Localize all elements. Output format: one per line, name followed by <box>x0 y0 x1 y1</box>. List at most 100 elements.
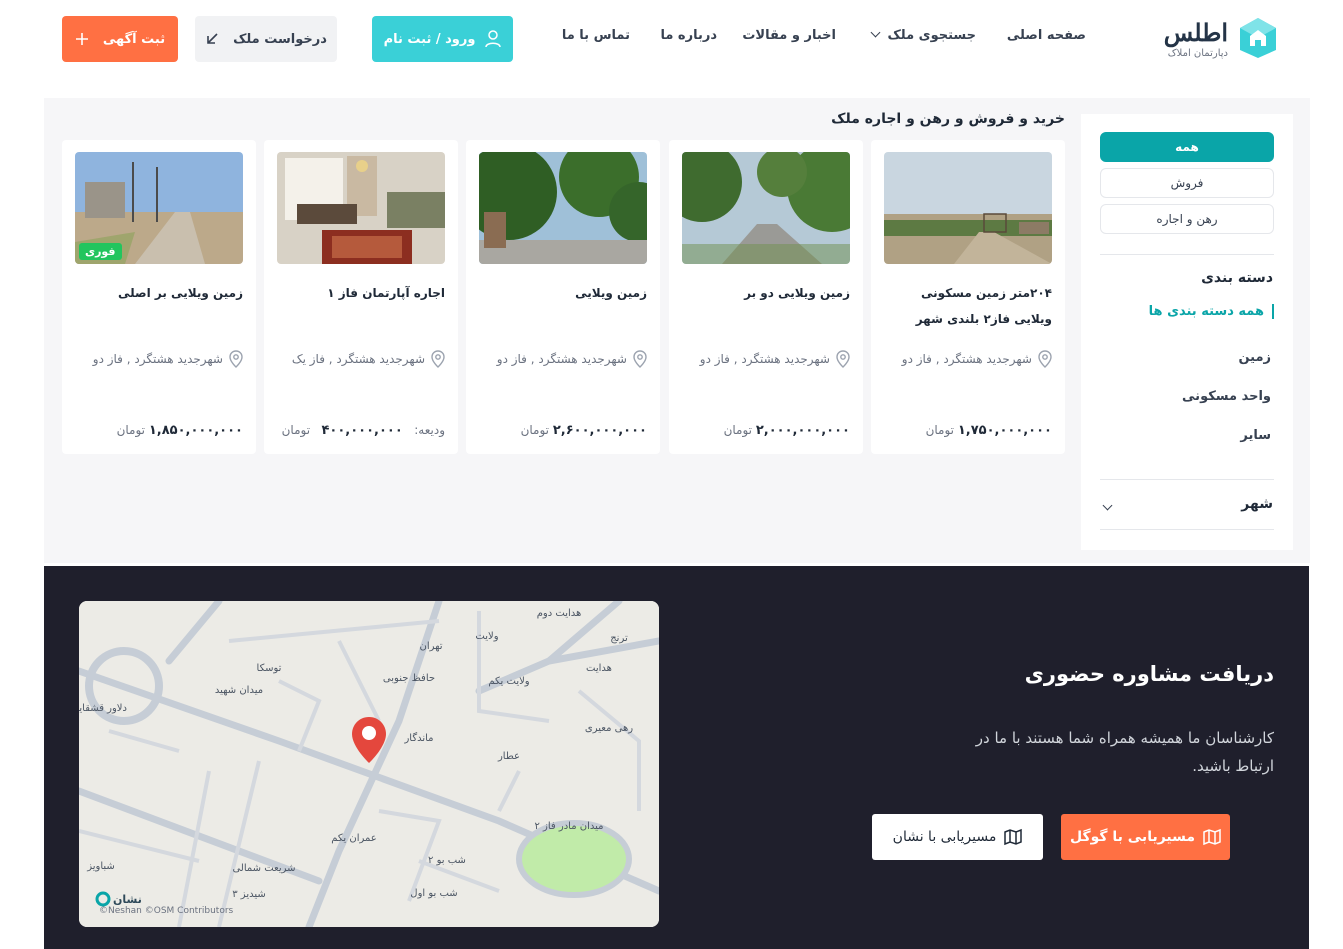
map-street-label: دلاور قشقایی <box>79 703 127 714</box>
listing-price: ۱,۸۵۰,۰۰۰,۰۰۰ تومان <box>75 423 243 438</box>
price-value: ۲,۶۰۰,۰۰۰,۰۰۰ <box>552 423 647 438</box>
price-prefix: ودیعه: <box>414 423 445 437</box>
filter-sale[interactable]: فروش <box>1100 168 1274 198</box>
listing-location: شهرجدید هشتگرد , فاز دو <box>682 350 850 368</box>
price-currency: تومان <box>925 423 954 437</box>
site-header: اطلس دپارتمان املاک صفحه اصلی جستجوی ملک… <box>0 0 1343 80</box>
listing-title[interactable]: زمین ویلایی دو بر <box>682 280 850 306</box>
listing-location-text: شهرجدید هشتگرد , فاز دو <box>92 352 223 366</box>
login-register-label: ورود / ثبت نام <box>383 31 476 47</box>
price-value: ۲,۰۰۰,۰۰۰,۰۰۰ <box>755 423 850 438</box>
map-street-label: هدایت دوم <box>537 608 582 619</box>
listing-location: شهرجدید هشتگرد , فاز یک <box>277 350 445 368</box>
brand-name: اطلس <box>1163 18 1228 47</box>
map-street-label: شب بو ۲ <box>428 855 466 866</box>
property-request-label: درخواست ملک <box>233 31 327 47</box>
map-street-label: رهی معیری <box>585 723 633 734</box>
chevron-down-icon[interactable] <box>1102 500 1113 511</box>
category-all[interactable]: همه دسته بندی ها <box>1149 304 1274 319</box>
consultation-section: ترنج هدایت دوم ولایت تهران توسکا حافظ جن… <box>44 566 1309 949</box>
nav-news[interactable]: اخبار و مقالات <box>742 28 836 48</box>
listing-photo[interactable] <box>682 152 850 264</box>
listing-location-text: شهرجدید هشتگرد , فاز دو <box>496 352 627 366</box>
listing-location: شهرجدید هشتگرد , فاز دو <box>479 350 647 368</box>
plus-icon <box>75 33 88 45</box>
listing-title[interactable]: زمین ویلایی <box>479 280 647 306</box>
listing-card[interactable]: زمین ویلایی دو بر شهرجدید هشتگرد , فاز د… <box>669 140 863 454</box>
listing-location-text: شهرجدید هشتگرد , فاز دو <box>699 352 830 366</box>
google-directions-label: مسیریابی با گوگل <box>1069 829 1196 845</box>
map-street-label: میدان شهید <box>215 685 263 696</box>
nav-contact[interactable]: تماس با ما <box>562 28 630 48</box>
consultation-title: دریافت مشاوره حضوری <box>1024 662 1274 686</box>
nav-home[interactable]: صفحه اصلی <box>1007 28 1086 48</box>
listing-photo[interactable]: فوری <box>75 152 243 264</box>
map-icon <box>1004 828 1023 846</box>
add-listing-button[interactable]: ثبت آگهی <box>62 16 178 62</box>
location-pin-icon <box>836 350 850 368</box>
google-directions-button[interactable]: مسیریابی با گوگل <box>1061 814 1230 860</box>
listing-photo[interactable] <box>277 152 445 264</box>
category-other[interactable]: سایر <box>1240 428 1271 443</box>
city-filter-title[interactable]: شهر <box>1241 496 1273 512</box>
listing-card[interactable]: اجاره آپارتمان فاز ۱ شهرجدید هشتگرد , فا… <box>264 140 458 454</box>
chevron-down-icon <box>871 27 881 38</box>
map-street-label: توسکا <box>257 663 282 674</box>
listing-card[interactable]: زمین ویلایی شهرجدید هشتگرد , فاز دو ۲,۶۰… <box>466 140 660 454</box>
listing-price: ۲,۰۰۰,۰۰۰,۰۰۰ تومان <box>682 423 850 438</box>
map-street-label: عطار <box>497 751 520 762</box>
map-street-label: ولایت یکم <box>488 676 529 687</box>
map-street-label: ولایت <box>475 631 498 642</box>
price-value: ۱,۸۵۰,۰۰۰,۰۰۰ <box>148 423 243 438</box>
listing-card[interactable]: فوری زمین ویلایی بر اصلی شهرجدید هشتگرد … <box>62 140 256 454</box>
location-pin-icon <box>633 350 647 368</box>
nav-property-search-label: جستجوی ملک <box>887 28 976 43</box>
listing-price: ۲,۶۰۰,۰۰۰,۰۰۰ تومان <box>479 423 647 438</box>
divider <box>1100 254 1274 255</box>
price-value: ۴۰۰,۰۰۰,۰۰۰ <box>321 423 403 438</box>
map-icon <box>1203 828 1221 846</box>
nav-property-search[interactable]: جستجوی ملک <box>871 27 976 48</box>
location-pin-icon <box>229 350 243 368</box>
price-value: ۱,۷۵۰,۰۰۰,۰۰۰ <box>957 423 1052 438</box>
listing-title[interactable]: ۲۰۴متر زمین مسکونی ویلایی فاز۲ بلندی شهر <box>884 280 1052 332</box>
listing-location: شهرجدید هشتگرد , فاز دو <box>884 350 1052 368</box>
brand-subtitle: دپارتمان املاک <box>1167 48 1228 59</box>
add-listing-label: ثبت آگهی <box>102 31 166 47</box>
price-currency: تومان <box>520 423 549 437</box>
urgent-badge: فوری <box>79 243 122 260</box>
price-currency: تومان <box>723 423 752 437</box>
listing-card[interactable]: ۲۰۴متر زمین مسکونی ویلایی فاز۲ بلندی شهر… <box>871 140 1065 454</box>
category-title: دسته بندی <box>1201 270 1273 286</box>
listing-location-text: شهرجدید هشتگرد , فاز دو <box>901 352 1032 366</box>
location-pin-icon <box>1038 350 1052 368</box>
listing-photo[interactable] <box>479 152 647 264</box>
house-logo-icon <box>1240 18 1276 58</box>
listing-price: ۱,۷۵۰,۰۰۰,۰۰۰ تومان <box>884 423 1052 438</box>
map-street-label: شب بو اول <box>410 888 457 899</box>
consultation-text: کارشناسان ما همیشه همراه شما هستند با ما… <box>975 729 1274 775</box>
neshan-directions-button[interactable]: مسیریابی با نشان <box>872 814 1043 860</box>
nav-about[interactable]: درباره ما <box>660 28 717 48</box>
filter-rent[interactable]: رهن و اجاره <box>1100 204 1274 234</box>
location-map[interactable]: ترنج هدایت دوم ولایت تهران توسکا حافظ جن… <box>79 601 659 927</box>
map-street-label: ماندگار <box>403 732 433 744</box>
filter-all[interactable]: همه <box>1100 132 1274 162</box>
neshan-directions-label: مسیریابی با نشان <box>892 829 997 845</box>
map-street-label: عمران یکم <box>331 833 377 844</box>
map-street-label: تهران <box>419 641 442 652</box>
listing-title[interactable]: اجاره آپارتمان فاز ۱ <box>277 280 445 306</box>
category-residential[interactable]: واحد مسکونی <box>1182 389 1271 404</box>
listing-title[interactable]: زمین ویلایی بر اصلی <box>75 280 243 306</box>
category-land[interactable]: زمین <box>1238 350 1271 365</box>
map-street-label: شباویز <box>86 861 115 872</box>
divider <box>1100 529 1274 530</box>
map-street-label: هدایت <box>586 663 612 674</box>
property-request-button[interactable]: درخواست ملک <box>195 16 337 62</box>
listing-photo[interactable] <box>884 152 1052 264</box>
listing-location-text: شهرجدید هشتگرد , فاز یک <box>291 352 425 366</box>
login-register-button[interactable]: ورود / ثبت نام <box>372 16 513 62</box>
location-pin-icon <box>431 350 445 368</box>
site-logo[interactable]: اطلس دپارتمان املاک <box>1156 16 1280 62</box>
map-street-label: شریعت شمالی <box>232 863 295 874</box>
